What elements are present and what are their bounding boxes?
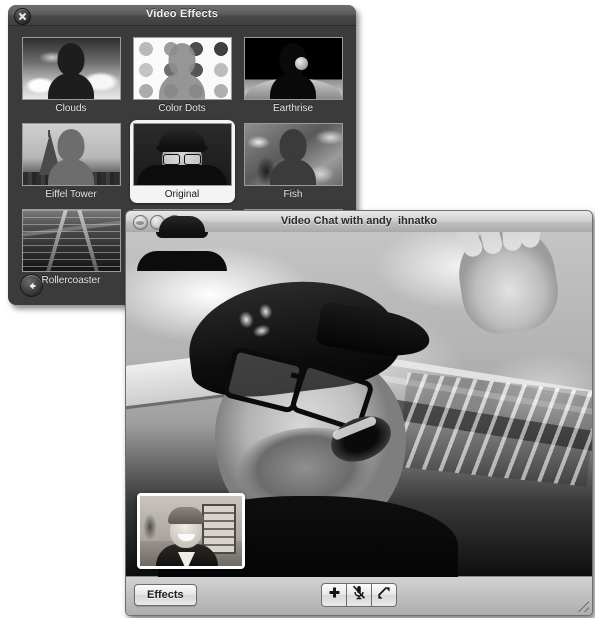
effect-label: Eiffel Tower [45, 189, 97, 200]
earth-globe-icon [294, 57, 308, 70]
effects-button-label: Effects [147, 589, 184, 601]
silhouette-icon [48, 129, 94, 185]
silhouette-icon [48, 43, 94, 99]
effect-label: Earthrise [272, 103, 313, 114]
screenshot-root: Video Effects Clouds Color Dots Earthris… [0, 0, 595, 618]
fullscreen-button[interactable] [371, 583, 397, 607]
effect-thumbnail-earthrise [243, 37, 343, 100]
effect-thumbnail-original [132, 123, 232, 186]
silhouette-icon [270, 43, 316, 99]
microphone-muted-icon [352, 585, 366, 605]
effect-item-eiffel-tower[interactable]: Eiffel Tower [19, 120, 124, 203]
effect-item-fish[interactable]: Fish [241, 120, 346, 203]
effect-thumbnail-rollercoaster [21, 209, 121, 272]
main-video-view[interactable] [126, 232, 592, 577]
effect-label: Color Dots [158, 103, 206, 114]
resize-grip[interactable] [575, 598, 589, 612]
video-effects-title: Video Effects [145, 8, 219, 20]
effects-button[interactable]: Effects [134, 584, 197, 606]
effect-item-earthrise[interactable]: Earthrise [241, 34, 346, 117]
cap-logo [231, 295, 293, 348]
video-chat-toolbar: Effects [126, 576, 592, 615]
effect-label: Original [164, 189, 200, 200]
effect-label: Fish [283, 189, 303, 200]
mute-button[interactable] [346, 583, 371, 607]
fullscreen-arrows-icon [377, 586, 391, 605]
effect-item-original[interactable]: Original [129, 120, 235, 203]
add-participant-button[interactable] [321, 583, 346, 607]
effect-thumbnail-color-dots [132, 37, 232, 100]
effect-thumbnail-fish [243, 123, 343, 186]
self-view-video [140, 496, 242, 566]
effect-item-clouds[interactable]: Clouds [19, 34, 124, 117]
video-effects-titlebar: Video Effects [8, 5, 356, 26]
effect-label: Clouds [55, 103, 87, 114]
effect-item-color-dots[interactable]: Color Dots [130, 34, 235, 117]
toolbar-button-group [321, 583, 397, 607]
silhouette-icon [159, 43, 205, 99]
effect-thumbnail-eiffel-tower [21, 123, 121, 186]
effect-thumbnail-clouds [21, 37, 121, 100]
plus-icon [328, 586, 341, 604]
self-view-thumbnail[interactable] [137, 493, 245, 569]
silhouette-icon [270, 129, 316, 185]
back-arrow-icon[interactable] [20, 274, 43, 297]
glasses-icon [163, 154, 201, 165]
